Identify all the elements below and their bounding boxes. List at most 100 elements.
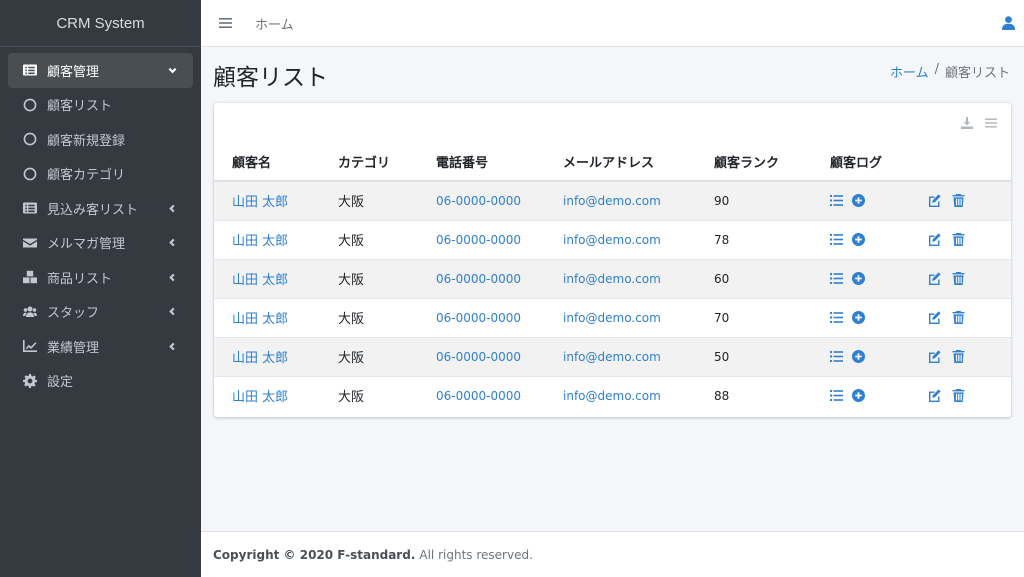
card-tools — [961, 117, 997, 129]
cell-actions — [928, 219, 1011, 259]
table-row: 山田 太郎 大阪 06-0000-0000 info@demo.com 88 — [214, 375, 1011, 415]
circle-icon — [22, 166, 38, 182]
brand-title[interactable]: CRM System — [0, 0, 201, 47]
sidebar-item-newsletter[interactable]: メルマガ管理 — [8, 226, 193, 261]
edit-icon[interactable] — [928, 272, 941, 285]
phone-link[interactable]: 06-0000-0000 — [436, 389, 521, 403]
customer-name-link[interactable]: 山田 太郎 — [232, 195, 288, 210]
list-alt-icon — [22, 200, 38, 216]
phone-link[interactable]: 06-0000-0000 — [436, 194, 521, 208]
edit-icon[interactable] — [928, 389, 941, 403]
cell-category: 大阪 — [338, 375, 436, 415]
trash-icon[interactable] — [952, 311, 965, 324]
footer-rights: All rights reserved. — [419, 547, 533, 562]
trash-icon[interactable] — [952, 389, 965, 403]
trash-icon[interactable] — [952, 194, 965, 208]
top-navbar: ホーム — [201, 0, 1024, 47]
phone-link[interactable]: 06-0000-0000 — [436, 233, 521, 247]
edit-icon[interactable] — [928, 194, 941, 208]
top-home-link[interactable]: ホーム — [255, 14, 294, 33]
users-icon — [22, 304, 38, 320]
cell-name: 山田 太郎 — [214, 258, 338, 298]
sidebar-nav: 顧客管理顧客リスト顧客新規登録 顧客カテゴリ 見込み客リストメルマガ管理商品リストス… — [0, 47, 201, 404]
customer-name-link[interactable]: 山田 太郎 — [232, 234, 288, 249]
list-icon[interactable] — [830, 389, 843, 402]
email-link[interactable]: info@demo.com — [563, 389, 661, 403]
content-header: 顧客リスト ホーム / 顧客リスト — [201, 47, 1024, 102]
sidebar-item-customer-category[interactable]: 顧客カテゴリ — [8, 157, 193, 192]
email-link[interactable]: info@demo.com — [563, 233, 661, 247]
breadcrumb: ホーム / 顧客リスト — [890, 62, 1010, 81]
sidebar-item-product-list[interactable]: 商品リスト — [8, 260, 193, 295]
trash-icon[interactable] — [952, 233, 965, 246]
table-row: 山田 太郎 大阪 06-0000-0000 info@demo.com 78 — [214, 219, 1011, 259]
list-icon[interactable] — [830, 350, 843, 363]
gear-icon — [22, 373, 38, 389]
user-icon[interactable] — [1002, 16, 1016, 30]
phone-link[interactable]: 06-0000-0000 — [436, 311, 521, 325]
cell-rank: 50 — [714, 336, 830, 376]
cell-log — [830, 336, 928, 376]
edit-icon[interactable] — [928, 350, 941, 363]
cell-phone: 06-0000-0000 — [436, 180, 563, 220]
edit-icon[interactable] — [928, 233, 941, 246]
cell-rank: 90 — [714, 180, 830, 220]
hamburger-menu-icon[interactable] — [219, 16, 233, 30]
email-link[interactable]: info@demo.com — [563, 350, 661, 364]
table-row: 山田 太郎 大阪 06-0000-0000 info@demo.com 50 — [214, 336, 1011, 376]
cell-name: 山田 太郎 — [214, 336, 338, 376]
cell-phone: 06-0000-0000 — [436, 258, 563, 298]
list-icon[interactable] — [830, 272, 843, 285]
sidebar-item-performance[interactable]: 業績管理 — [8, 329, 193, 364]
email-link[interactable]: info@demo.com — [563, 272, 661, 286]
sidebar-item-customer-management[interactable]: 顧客管理 — [8, 53, 193, 88]
list-icon[interactable] — [830, 311, 843, 324]
phone-link[interactable]: 06-0000-0000 — [436, 272, 521, 286]
sidebar-item-customer-new[interactable]: 顧客新規登録 — [8, 122, 193, 157]
plus-circle-icon[interactable] — [852, 389, 865, 403]
plus-circle-icon[interactable] — [852, 194, 865, 208]
customer-name-link[interactable]: 山田 太郎 — [232, 312, 288, 327]
download-icon[interactable] — [961, 117, 973, 129]
sidebar-item-label: メルマガ管理 — [47, 237, 126, 253]
cell-phone: 06-0000-0000 — [436, 375, 563, 415]
plus-circle-icon[interactable] — [852, 350, 865, 363]
cell-phone: 06-0000-0000 — [436, 336, 563, 376]
cell-name: 山田 太郎 — [214, 180, 338, 220]
breadcrumb-current: 顧客リスト — [944, 66, 1010, 81]
column-header-actions — [928, 143, 1011, 182]
cell-log — [830, 219, 928, 259]
email-link[interactable]: info@demo.com — [563, 194, 661, 208]
cell-category: 大阪 — [338, 297, 436, 337]
cell-rank: 88 — [714, 375, 830, 415]
footer-copyright: Copyright © 2020 F-standard. — [213, 547, 416, 562]
sidebar-item-label: 顧客管理 — [47, 64, 100, 80]
sidebar-item-staff[interactable]: スタッフ — [8, 295, 193, 330]
list-icon[interactable] — [830, 194, 843, 207]
list-icon[interactable] — [830, 233, 843, 246]
trash-icon[interactable] — [952, 272, 965, 285]
sidebar-item-label: 設定 — [47, 375, 74, 391]
sidebar-item-customer-list[interactable]: 顧客リスト — [8, 88, 193, 123]
cell-log — [830, 297, 928, 337]
phone-link[interactable]: 06-0000-0000 — [436, 350, 521, 364]
edit-icon[interactable] — [928, 311, 941, 324]
customer-name-link[interactable]: 山田 太郎 — [232, 351, 288, 366]
customer-name-link[interactable]: 山田 太郎 — [232, 273, 288, 288]
breadcrumb-separator: / — [934, 62, 939, 77]
breadcrumb-home-link[interactable]: ホーム — [890, 62, 929, 81]
cell-name: 山田 太郎 — [214, 297, 338, 337]
plus-circle-icon[interactable] — [852, 233, 865, 246]
sidebar-item-settings[interactable]: 設定 — [8, 364, 193, 399]
plus-circle-icon[interactable] — [852, 311, 865, 324]
email-link[interactable]: info@demo.com — [563, 311, 661, 325]
sidebar-item-prospect-list[interactable]: 見込み客リスト — [8, 191, 193, 226]
cell-actions — [928, 258, 1011, 298]
menu-bars-icon[interactable] — [985, 117, 997, 129]
trash-icon[interactable] — [952, 350, 965, 363]
sidebar-item-label: 顧客リスト — [47, 99, 113, 115]
table-row: 山田 太郎 大阪 06-0000-0000 info@demo.com 90 — [214, 180, 1011, 220]
plus-circle-icon[interactable] — [852, 272, 865, 285]
customer-list-card: 顧客名 カテゴリ 電話番号 メールアドレス 顧客ランク 顧客ログ 山田 太郎 大阪… — [214, 103, 1011, 417]
customer-name-link[interactable]: 山田 太郎 — [232, 390, 288, 405]
